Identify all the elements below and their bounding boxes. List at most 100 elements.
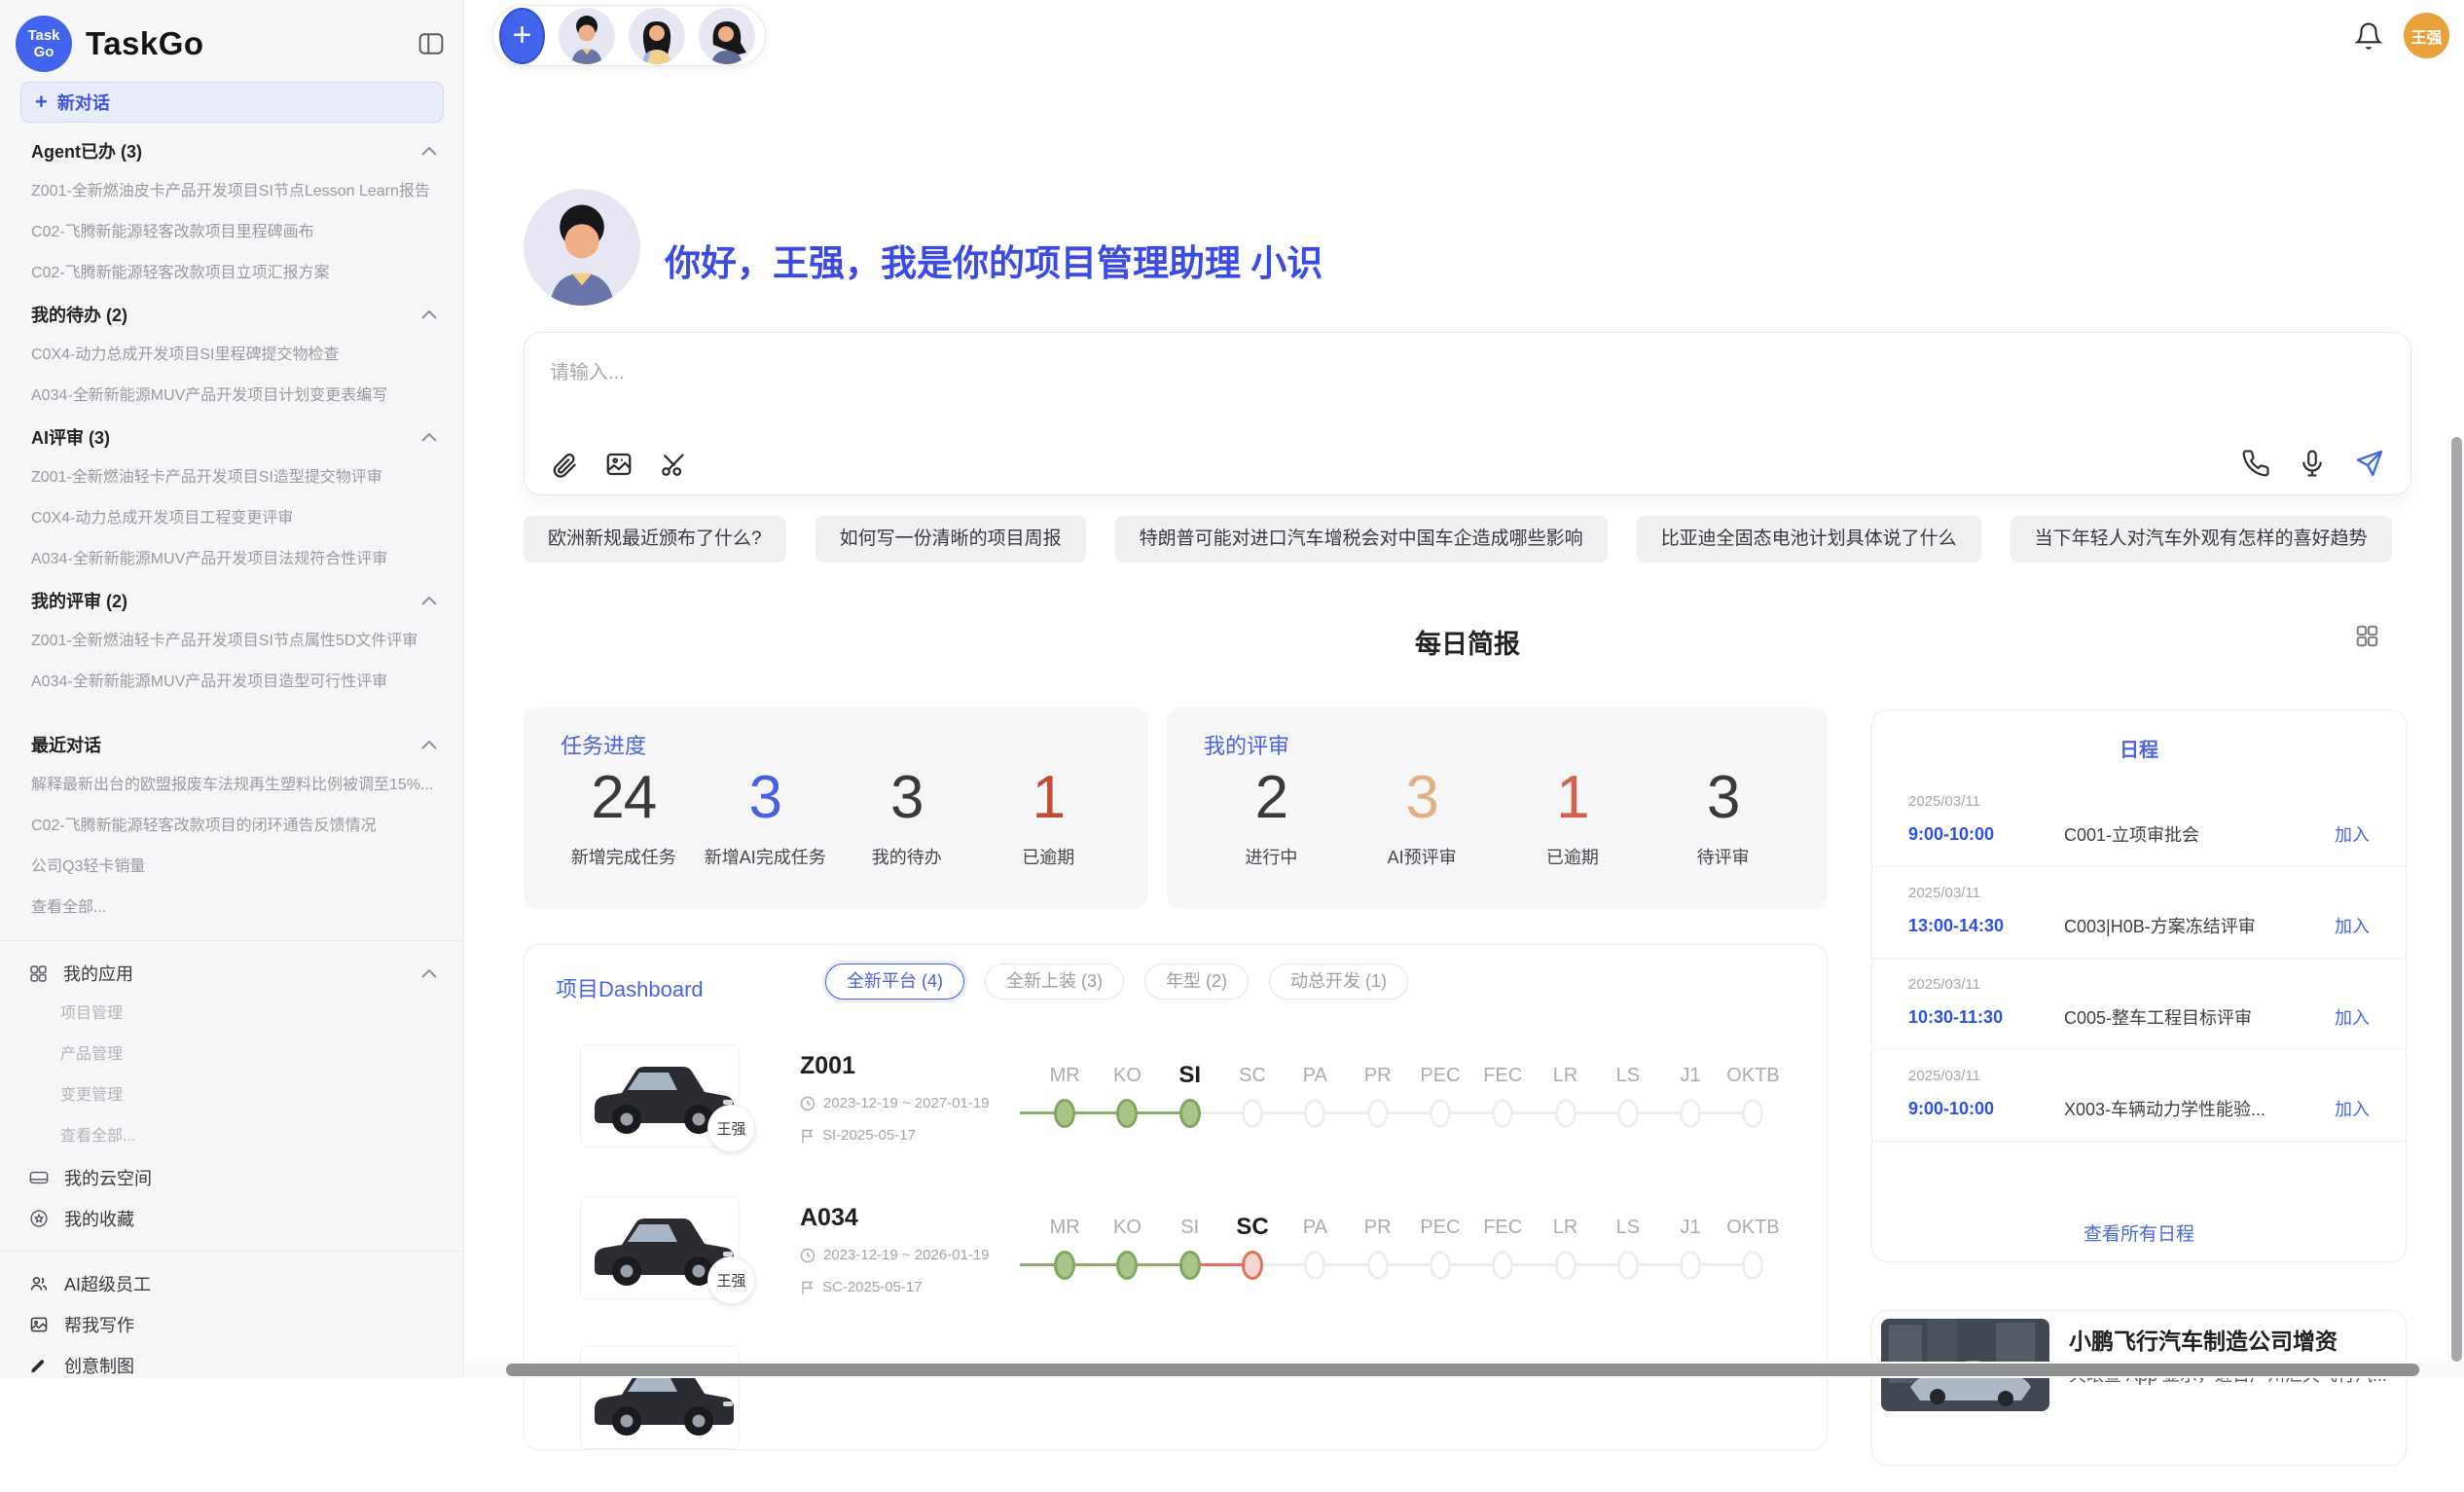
sidebar-collapse-icon[interactable] [418,32,444,55]
chevron-up-icon[interactable] [420,968,438,979]
sidebar-item-favorites[interactable]: 我的收藏 [0,1198,463,1239]
milestone-label: PA [1303,1061,1327,1090]
vertical-scrollbar-thumb[interactable] [2451,437,2462,1362]
list-item[interactable]: A034-全新新能源MUV产品开发项目法规符合性评审 [0,539,463,580]
list-item[interactable]: C02-飞腾新能源轻客改款项目立项汇报方案 [0,253,463,294]
suggestion-chip[interactable]: 特朗普可能对进口汽车增税会对中国车企造成哪些影响 [1115,516,1608,563]
logo-row: Task Go TaskGo [0,0,463,72]
user-avatar[interactable]: 王强 [2404,13,2449,58]
sidebar-item-my-apps[interactable]: 我的应用 [0,953,463,994]
schedule-date: 2025/03/11 [1908,793,2370,810]
sidebar-item-cloud-space[interactable]: 我的云空间 [0,1157,463,1198]
stat-my-todo: 3 我的待办 [836,764,978,869]
notification-bell-icon[interactable] [2354,20,2383,52]
view-all-chats[interactable]: 查看全部... [0,888,463,928]
suggestion-chip[interactable]: 比亚迪全固态电池计划具体说了什么 [1637,516,1981,563]
sidebar-item-change-mgmt[interactable]: 变更管理 [0,1075,463,1116]
list-item[interactable]: C0X4-动力总成开发项目SI里程碑提交物检查 [0,335,463,376]
chevron-up-icon[interactable] [420,432,438,443]
daily-briefing-title: 每日简报 [524,623,2411,661]
scissors-icon[interactable] [659,450,688,479]
milestone-dot [1367,1251,1389,1280]
filter-new-body[interactable]: 全新上装 (3) [985,964,1124,1000]
list-item[interactable]: C0X4-动力总成开发项目工程变更评审 [0,498,463,539]
sidebar-item-creative-draw[interactable]: 创意制图 [0,1345,463,1378]
project-dates: 2023-12-19 ~ 2027-01-19 [800,1095,990,1111]
project-flag-milestone: SC-2025-05-17 [800,1279,923,1295]
chat-input[interactable] [525,333,2410,430]
chevron-up-icon[interactable] [420,146,438,157]
chevron-up-icon[interactable] [420,596,438,606]
chevron-up-icon[interactable] [420,309,438,320]
milestone-dot [1054,1251,1075,1280]
agent-avatar-2[interactable] [629,8,685,64]
phone-call-icon[interactable] [2241,449,2270,478]
sidebar-item-product-mgmt[interactable]: 产品管理 [0,1035,463,1075]
schedule-item: 2025/03/11 9:00-10:00 X003-车辆动力学性能验... 加… [1872,1050,2406,1142]
dashboard-title: 项目Dashboard [556,972,704,1003]
section-agent-done[interactable]: Agent已办 (3) [0,130,463,171]
schedule-item: 2025/03/11 13:00-14:30 C003|H0B-方案冻结评审 加… [1872,867,2406,959]
schedule-name: C001-立项审批会 [2064,821,2323,847]
join-meeting-link[interactable]: 加入 [2335,1004,2370,1030]
send-icon[interactable] [2354,448,2385,479]
list-item[interactable]: A034-全新新能源MUV产品开发项目计划变更表编写 [0,376,463,417]
news-card[interactable]: 小鹏飞行汽车制造公司增资 天眼查 App 显示，近日广州汇天飞行汽... [1871,1310,2407,1466]
milestone-label: PEC [1420,1213,1460,1242]
layout-grid-icon[interactable] [2355,624,2379,648]
filter-powertrain[interactable]: 动总开发 (1) [1269,964,1408,1000]
schedule-title: 日程 [1872,734,2406,762]
image-upload-icon[interactable] [604,450,634,479]
attachment-icon[interactable] [550,450,579,479]
suggestion-chip[interactable]: 当下年轻人对汽车外观有怎样的喜好趋势 [2011,516,2392,563]
briefing-cards: 任务进度 24 新增完成任务 3 新增AI完成任务 3 我的待办 1 已逾期 我… [524,708,1828,909]
suggestion-chip[interactable]: 如何写一份清晰的项目周报 [815,516,1086,563]
flag-icon [800,1280,815,1295]
view-all-schedule-link[interactable]: 查看所有日程 [1872,1219,2406,1246]
project-row[interactable]: 王强 A034 2023-12-19 ~ 2026-01-19 SC-2025-… [525,1196,1827,1342]
stat-new-ai-done: 3 新增AI完成任务 [695,764,837,869]
schedule-name: X003-车辆动力学性能验... [2064,1096,2323,1121]
chevron-up-icon[interactable] [420,740,438,750]
milestone-label: SC [1239,1061,1266,1090]
milestone-label: KO [1113,1061,1141,1090]
project-row[interactable]: 王强 Z001 2023-12-19 ~ 2027-01-19 SI-2025-… [525,1044,1827,1190]
list-item[interactable]: A034-全新新能源MUV产品开发项目造型可行性评审 [0,662,463,703]
milestone-dot [1116,1251,1138,1280]
agent-avatar-3[interactable] [699,8,755,64]
horizontal-scrollbar-thumb[interactable] [506,1364,2419,1376]
filter-all-platform[interactable]: 全新平台 (4) [825,964,964,1000]
sidebar: Task Go TaskGo + 新对话 Agent已办 (3) Z001-全新… [0,0,464,1378]
assistant-avatar [524,189,640,306]
list-item[interactable]: 公司Q3轻卡销量 [0,847,463,888]
section-recent-chats[interactable]: 最近对话 [0,724,463,765]
sidebar-item-ai-staff[interactable]: AI超级员工 [0,1263,463,1304]
milestone-label: PR [1364,1061,1392,1090]
list-item[interactable]: Z001-全新燃油皮卡产品开发项目SI节点Lesson Learn报告 [0,171,463,212]
join-meeting-link[interactable]: 加入 [2335,821,2370,847]
new-chat-button[interactable]: + 新对话 [20,82,444,123]
project-code: Z001 [800,1052,855,1080]
list-item[interactable]: 解释最新出台的欧盟报废车法规再生塑料比例被调至15%... [0,765,463,806]
section-my-review[interactable]: 我的评审 (2) [0,580,463,621]
filter-year-model[interactable]: 年型 (2) [1144,964,1249,1000]
schedule-time: 9:00-10:00 [1908,1099,2064,1119]
sidebar-item-view-all-apps[interactable]: 查看全部... [0,1116,463,1157]
add-agent-button[interactable]: + [499,8,545,64]
sidebar-item-help-write[interactable]: 帮我写作 [0,1304,463,1345]
list-item[interactable]: Z001-全新燃油轻卡产品开发项目SI节点属性5D文件评审 [0,621,463,662]
join-meeting-link[interactable]: 加入 [2335,1096,2370,1121]
section-my-todo[interactable]: 我的待办 (2) [0,294,463,335]
milestone-dot [1304,1251,1325,1280]
section-ai-review[interactable]: AI评审 (3) [0,417,463,457]
join-meeting-link[interactable]: 加入 [2335,913,2370,938]
list-item[interactable]: C02-飞腾新能源轻客改款项目里程碑画布 [0,212,463,253]
microphone-icon[interactable] [2298,449,2327,478]
milestone-label: FEC [1483,1213,1522,1242]
suggestion-chip[interactable]: 欧洲新规最近颁布了什么? [524,516,786,563]
sidebar-item-project-mgmt[interactable]: 项目管理 [0,994,463,1035]
agent-avatar-1[interactable] [559,8,615,64]
schedule-time: 13:00-14:30 [1908,916,2064,936]
list-item[interactable]: C02-飞腾新能源轻客改款项目的闭环通告反馈情况 [0,806,463,847]
list-item[interactable]: Z001-全新燃油轻卡产品开发项目SI造型提交物评审 [0,457,463,498]
